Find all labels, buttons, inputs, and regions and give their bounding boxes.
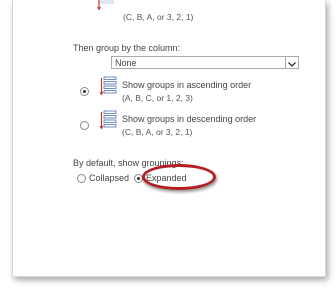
- group-by-label: Then group by the column:: [73, 43, 181, 53]
- chevron-down-icon[interactable]: [285, 57, 298, 68]
- collapsed-label[interactable]: Collapsed: [89, 173, 129, 183]
- group-by-selected-value: None: [115, 58, 137, 68]
- ascending-title[interactable]: Show groups in ascending order: [122, 80, 251, 90]
- descending-radio[interactable]: [80, 121, 89, 130]
- grouping-settings-panel: (C, B, A, or 3, 2, 1) Then group by the …: [12, 0, 326, 277]
- group-by-column-select[interactable]: None: [111, 56, 299, 69]
- ascending-description: (A, B, C, or 1, 2, 3): [122, 93, 193, 103]
- descending-title[interactable]: Show groups in descending order: [122, 114, 256, 124]
- collapsed-radio[interactable]: [77, 174, 86, 183]
- sort-descending-icon: [99, 110, 117, 130]
- sort-ascending-icon: [99, 76, 117, 96]
- sort-descending-icon: [97, 0, 114, 11]
- descending-description: (C, B, A, or 3, 2, 1): [122, 127, 193, 137]
- top-option-description: (C, B, A, or 3, 2, 1): [123, 12, 194, 22]
- highlight-annotation: [142, 164, 216, 190]
- ascending-radio[interactable]: [80, 87, 89, 96]
